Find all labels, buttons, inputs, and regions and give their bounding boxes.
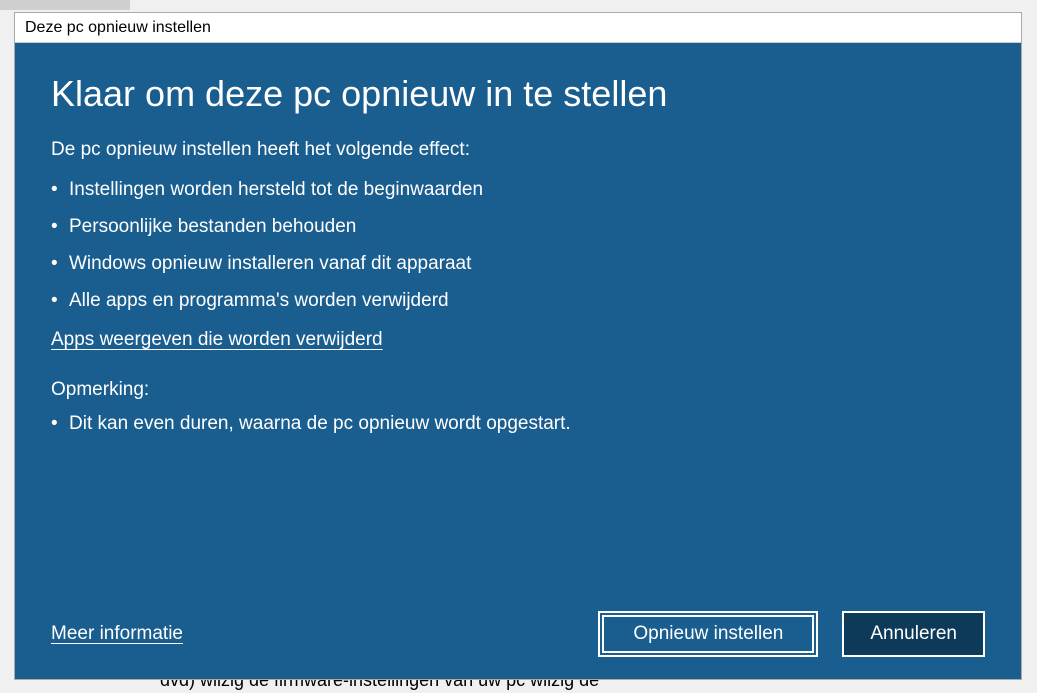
apps-to-remove-link[interactable]: Apps weergeven die worden verwijderd bbox=[51, 329, 985, 351]
effects-list: Instellingen worden hersteld tot de begi… bbox=[51, 171, 985, 319]
reset-button[interactable]: Opnieuw instellen bbox=[598, 611, 818, 657]
effect-item: Windows opnieuw installeren vanaf dit ap… bbox=[51, 245, 985, 282]
dialog-content: Klaar om deze pc opnieuw in te stellen D… bbox=[15, 43, 1021, 679]
dialog-footer: Meer informatie Opnieuw instellen Annule… bbox=[51, 611, 985, 657]
note-label: Opmerking: bbox=[51, 379, 985, 401]
intro-text: De pc opnieuw instellen heeft het volgen… bbox=[51, 139, 985, 161]
more-info-link[interactable]: Meer informatie bbox=[51, 623, 183, 645]
effect-item: Persoonlijke bestanden behouden bbox=[51, 208, 985, 245]
page-heading: Klaar om deze pc opnieuw in te stellen bbox=[51, 73, 985, 115]
cancel-button[interactable]: Annuleren bbox=[842, 611, 985, 657]
dialog-title: Deze pc opnieuw instellen bbox=[25, 19, 211, 36]
effect-item: Instellingen worden hersteld tot de begi… bbox=[51, 171, 985, 208]
window-shadow bbox=[0, 0, 130, 10]
reset-pc-dialog: Deze pc opnieuw instellen Klaar om deze … bbox=[14, 12, 1022, 680]
dialog-titlebar: Deze pc opnieuw instellen bbox=[15, 13, 1021, 43]
note-item: Dit kan even duren, waarna de pc opnieuw… bbox=[51, 405, 985, 442]
notes-list: Dit kan even duren, waarna de pc opnieuw… bbox=[51, 405, 985, 442]
effect-item: Alle apps en programma's worden verwijde… bbox=[51, 282, 985, 319]
